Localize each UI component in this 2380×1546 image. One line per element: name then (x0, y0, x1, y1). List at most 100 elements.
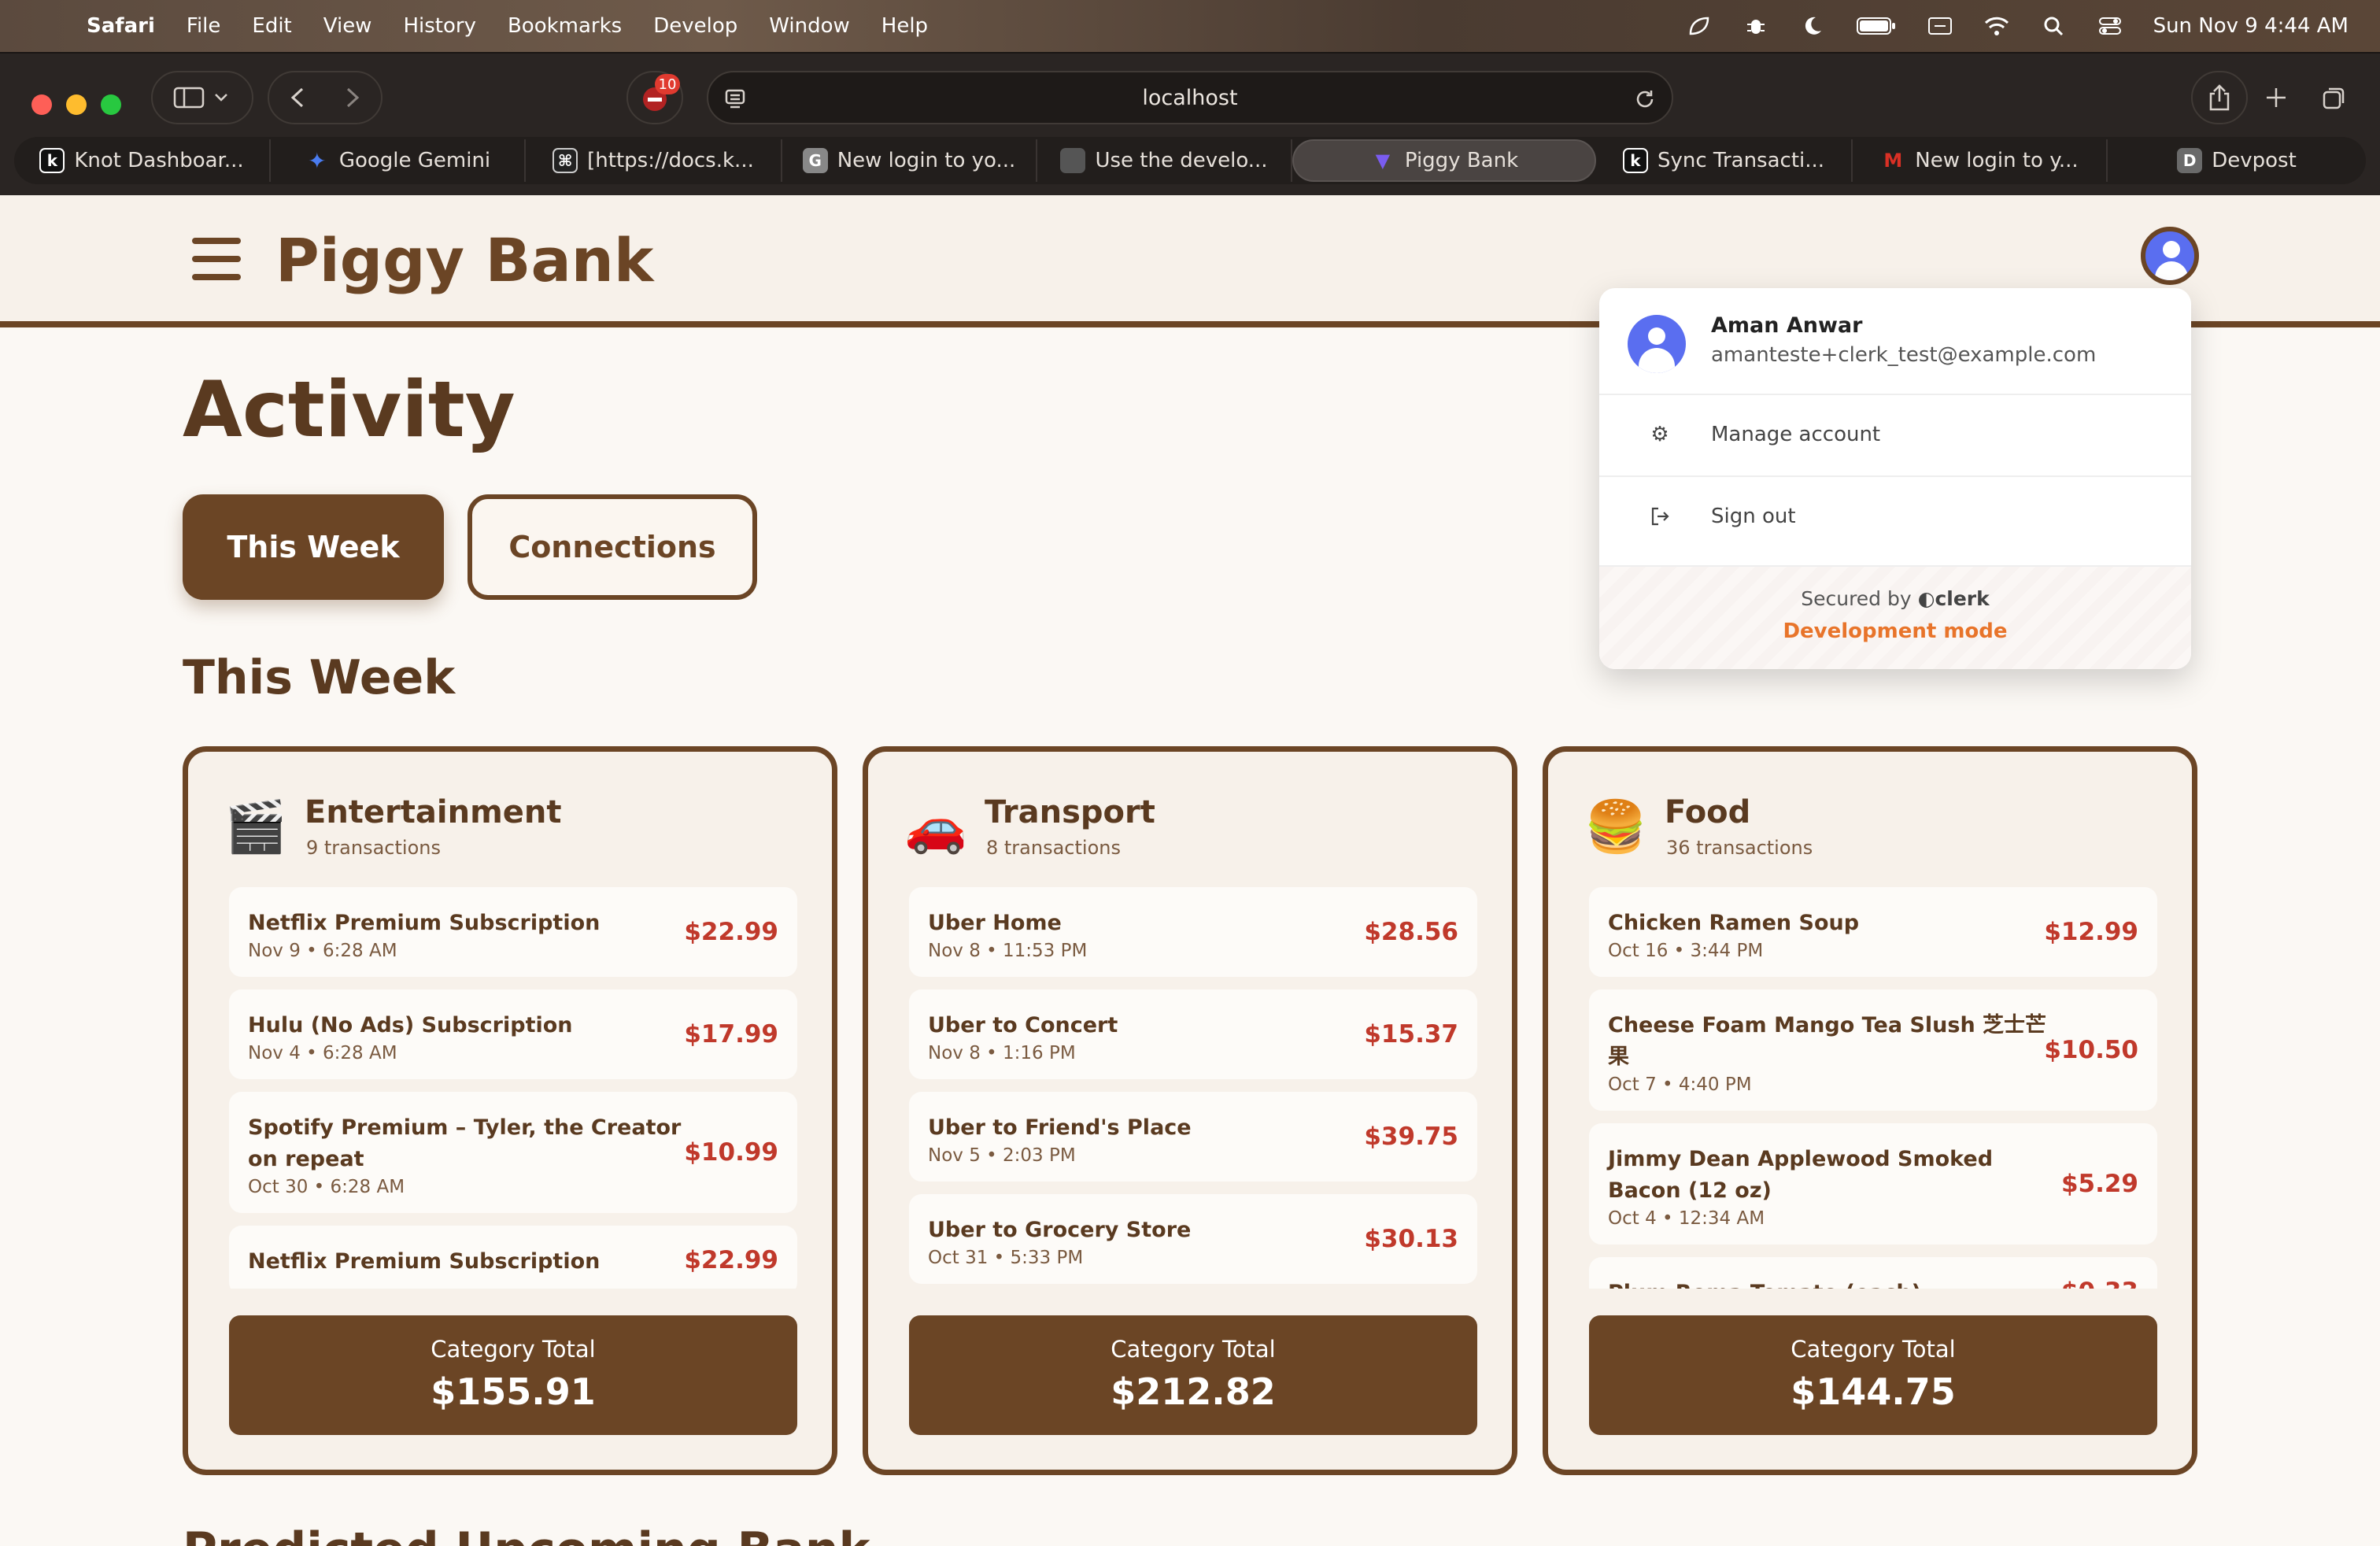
category-total: Category Total $155.91 (229, 1315, 797, 1435)
tab-use-the-developer[interactable]: Use the develo... (1037, 139, 1292, 182)
menu-view[interactable]: View (323, 14, 372, 38)
share-button[interactable] (2191, 71, 2248, 124)
transaction-row[interactable]: Uber to Concert Nov 8 • 1:16 PM $15.37 (909, 989, 1477, 1079)
transaction-name: Spotify Premium – Tyler, the Creator on … (248, 1115, 682, 1171)
transaction-amount: $12.99 (2044, 918, 2138, 946)
category-name: Food (1665, 794, 1751, 830)
hamburger-menu-icon[interactable] (192, 238, 241, 280)
display-icon[interactable] (1927, 15, 1953, 37)
tab-bar: k Knot Dashboar... ✦ Google Gemini ⌘ [ht… (14, 137, 2366, 184)
development-mode-badge: Development mode (1783, 620, 2008, 643)
vite-favicon-icon: ▼ (1375, 150, 1391, 172)
battery-icon[interactable] (1856, 15, 1897, 37)
menu-bookmarks[interactable]: Bookmarks (508, 14, 622, 38)
tab-google-gemini[interactable]: ✦ Google Gemini (271, 139, 526, 182)
menu-history[interactable]: History (403, 14, 476, 38)
spotlight-search-icon[interactable] (2040, 15, 2067, 37)
window-minimize-button[interactable] (66, 94, 87, 115)
transaction-name: Uber to Friend's Place (928, 1115, 1192, 1140)
bug-status-icon[interactable] (1743, 15, 1769, 37)
tab-overview-button[interactable] (2306, 71, 2363, 124)
transaction-row[interactable]: Netflix Premium Subscription Nov 9 • 6:2… (229, 887, 797, 977)
menu-app-name[interactable]: Safari (87, 14, 155, 38)
transaction-row[interactable]: Plum Roma Tomato (each) $0.33 (1589, 1257, 2157, 1289)
brand-title[interactable]: Piggy Bank (275, 225, 653, 295)
category-total-value: $155.91 (431, 1370, 596, 1413)
transaction-amount: $0.33 (2061, 1278, 2138, 1289)
plus-icon (2267, 88, 2286, 107)
manage-account-button[interactable]: ⚙ Manage account (1599, 395, 2191, 474)
transaction-row[interactable]: Uber Home Nov 8 • 11:53 PM $28.56 (909, 887, 1477, 977)
transaction-amount: $28.56 (1364, 918, 1458, 946)
user-avatar-button[interactable] (2141, 227, 2199, 285)
page-menu-icon[interactable] (724, 88, 746, 110)
transaction-date: Oct 7 • 4:40 PM (1608, 1074, 1752, 1095)
window-zoom-button[interactable] (101, 94, 121, 115)
sidebar-toggle-button[interactable] (151, 71, 253, 124)
transaction-date: Oct 30 • 6:28 AM (248, 1177, 405, 1197)
menubar-clock[interactable]: Sun Nov 9 4:44 AM (2153, 14, 2349, 38)
user-name: Aman Anwar (1711, 313, 1863, 338)
transaction-amount: $15.37 (1364, 1020, 1458, 1049)
transaction-row[interactable]: Uber to Friend's Place Nov 5 • 2:03 PM $… (909, 1092, 1477, 1182)
transaction-amount: $5.29 (2060, 1170, 2138, 1198)
window-close-button[interactable] (31, 94, 52, 115)
burger-icon: 🍔 (1584, 798, 1647, 856)
transaction-name: Hulu (No Ads) Subscription (248, 1013, 573, 1037)
g-favicon-icon: G (802, 148, 828, 173)
new-tab-button[interactable] (2248, 71, 2304, 124)
forward-chevron-icon (346, 87, 360, 108)
transaction-list[interactable]: Uber Home Nov 8 • 11:53 PM $28.56 Uber t… (909, 887, 1477, 1289)
sign-out-button[interactable]: Sign out (1599, 477, 2191, 556)
tab-new-login-2[interactable]: M New login to y... (1853, 139, 2108, 182)
control-center-icon[interactable] (2097, 15, 2123, 37)
tab-sync-transactions[interactable]: k Sync Transacti... (1596, 139, 1853, 182)
transaction-list[interactable]: Netflix Premium Subscription Nov 9 • 6:2… (229, 887, 797, 1289)
transaction-row[interactable]: Uber to Grocery Store Oct 31 • 5:33 PM $… (909, 1194, 1477, 1284)
tab-docs[interactable]: ⌘ [https://docs.k... (526, 139, 782, 182)
leaf-status-icon[interactable] (1686, 15, 1713, 37)
menu-edit[interactable]: Edit (252, 14, 291, 38)
tab-label: Use the develo... (1095, 149, 1268, 172)
transaction-amount: $22.99 (684, 918, 778, 946)
transaction-row[interactable]: Netflix Premium Subscription $22.99 (229, 1226, 797, 1289)
moon-icon[interactable] (1799, 15, 1826, 37)
tab-knot-dashboard[interactable]: k Knot Dashboar... (14, 139, 271, 182)
tab-devpost[interactable]: D Devpost (2108, 139, 2366, 182)
category-card-transport: 🚗 Transport 8 transactions Uber Home Nov… (863, 746, 1517, 1475)
browser-chrome: 10 localhost k Knot Dashboar... ✦ Google… (0, 52, 2380, 195)
knot-favicon-icon: k (39, 148, 65, 173)
back-forward-buttons[interactable] (268, 71, 382, 124)
transaction-row[interactable]: Chicken Ramen Soup Oct 16 • 3:44 PM $12.… (1589, 887, 2157, 977)
this-week-button[interactable]: This Week (183, 494, 444, 600)
transaction-amount: $39.75 (1364, 1123, 1458, 1151)
ad-blocker-button[interactable]: 10 (626, 71, 683, 124)
category-total-label: Category Total (1111, 1336, 1276, 1363)
menu-file[interactable]: File (187, 14, 221, 38)
connections-button[interactable]: Connections (468, 494, 757, 600)
category-name: Transport (985, 794, 1155, 830)
gmail-favicon-icon: M (1883, 150, 1903, 172)
tab-label: New login to y... (1915, 149, 2079, 172)
tab-label: [https://docs.k... (587, 149, 754, 172)
sign-out-icon (1648, 505, 1672, 528)
reload-icon[interactable] (1634, 88, 1656, 110)
transaction-row[interactable]: Hulu (No Ads) Subscription Nov 4 • 6:28 … (229, 989, 797, 1079)
popover-avatar-icon (1628, 315, 1686, 373)
transaction-name: Chicken Ramen Soup (1608, 911, 1860, 935)
address-bar[interactable]: localhost (707, 71, 1673, 124)
tab-label: Devpost (2212, 149, 2297, 172)
tab-new-login-1[interactable]: G New login to yo... (782, 139, 1037, 182)
transaction-row[interactable]: Jimmy Dean Applewood Smoked Bacon (12 oz… (1589, 1123, 2157, 1245)
tab-label: Piggy Bank (1404, 149, 1519, 172)
tab-piggy-bank[interactable]: ▼ Piggy Bank (1292, 139, 1596, 182)
clerk-brand[interactable]: clerk (1935, 587, 1989, 610)
transaction-row[interactable]: Spotify Premium – Tyler, the Creator on … (229, 1092, 797, 1213)
menu-develop[interactable]: Develop (653, 14, 737, 38)
transaction-row[interactable]: Cheese Foam Mango Tea Slush 芝士芒果 Oct 7 •… (1589, 989, 2157, 1111)
menu-help[interactable]: Help (881, 14, 928, 38)
wifi-icon[interactable] (1983, 15, 2010, 37)
menu-window[interactable]: Window (769, 14, 850, 38)
transaction-amount: $10.99 (684, 1138, 778, 1167)
transaction-list[interactable]: Chicken Ramen Soup Oct 16 • 3:44 PM $12.… (1589, 887, 2157, 1289)
